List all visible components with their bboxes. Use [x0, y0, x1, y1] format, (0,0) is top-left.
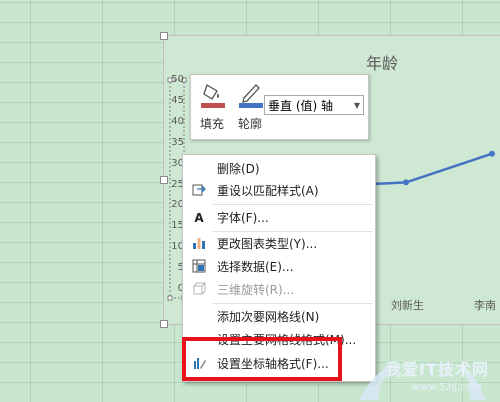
menu-item-label: 重设以匹配样式(A) — [217, 184, 319, 198]
watermark-title: 我爱IT技术网 — [385, 360, 489, 379]
menu-item-label: 三维旋转(R)... — [217, 283, 295, 297]
menu-item-label: 字体(F)... — [217, 211, 269, 225]
menu-item-3d-rotation: 三维旋转(R)... — [183, 279, 375, 301]
menu-item-reset-style[interactable]: 重设以匹配样式(A) — [183, 180, 375, 202]
menu-separator — [213, 231, 373, 232]
menu-item-delete[interactable]: 删除(D) — [183, 158, 375, 180]
reset-style-icon — [191, 183, 207, 199]
select-data-icon — [191, 259, 207, 275]
outline-label: 轮廓 — [237, 117, 262, 131]
menu-item-label: 删除(D) — [217, 162, 260, 176]
y-tick-label: 45 — [171, 94, 184, 106]
fill-label: 填充 — [199, 117, 224, 131]
chevron-down-icon: ▼ — [353, 101, 360, 110]
menu-separator — [213, 204, 373, 205]
fill-button[interactable]: 填充 — [193, 79, 231, 135]
watermark-url: www.52ij.com — [412, 382, 482, 393]
font-icon: A — [194, 211, 204, 225]
highlight-annotation — [182, 337, 342, 381]
chart-element-select-value: 垂直 (值) 轴 — [268, 99, 333, 113]
menu-item-select-data[interactable]: 选择数据(E)... — [183, 256, 375, 278]
x-tick-label: 刘新生 — [391, 299, 424, 312]
y-tick-label: 40 — [171, 115, 184, 127]
x-tick-label: 李南 — [474, 299, 496, 312]
chart-type-icon — [191, 236, 207, 252]
menu-item-change-chart-type[interactable]: 更改图表类型(Y)... — [183, 233, 375, 255]
chart-title[interactable]: 年龄 — [366, 50, 398, 74]
menu-item-add-minor-gridlines[interactable]: 添加次要网格线(N) — [183, 306, 375, 328]
rotate-3d-icon — [191, 282, 207, 298]
menu-item-label: 选择数据(E)... — [217, 260, 294, 274]
paint-bucket-icon — [201, 84, 225, 108]
menu-item-font[interactable]: A 字体(F)... — [183, 207, 375, 229]
y-tick-label: 50 — [171, 74, 184, 85]
y-tick-label: 35 — [171, 136, 184, 148]
menu-item-label: 添加次要网格线(N) — [217, 310, 320, 324]
menu-separator — [213, 303, 373, 304]
menu-item-label: 更改图表类型(Y)... — [217, 237, 318, 251]
chart-element-select[interactable]: 垂直 (值) 轴 ▼ — [264, 95, 364, 115]
data-point[interactable] — [403, 179, 409, 186]
axis-selection-handle — [167, 295, 173, 301]
pen-icon — [239, 84, 263, 108]
data-point[interactable] — [489, 150, 495, 157]
